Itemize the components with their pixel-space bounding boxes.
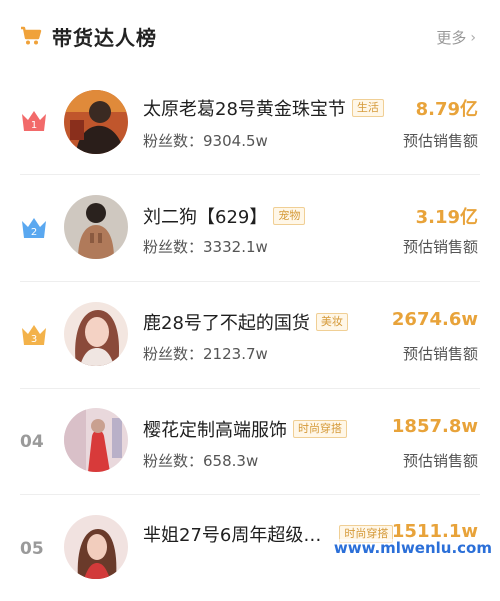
influencer-name: 鹿28号了不起的国货 — [143, 313, 310, 334]
rank-number: 1 — [31, 120, 37, 131]
influencer-name: 芈姐27号6周年超级… — [143, 525, 322, 546]
fans-count: 粉丝数：2123.7w — [143, 345, 268, 363]
avatar[interactable] — [64, 90, 128, 154]
rank-number: 05 — [20, 539, 44, 559]
influencer-name-line: 太原老葛28号黄金珠宝节 生活 — [143, 95, 384, 121]
crown-rank-1-icon: 1 — [22, 111, 46, 131]
estimated-sales-value: 3.19亿 — [415, 207, 478, 228]
estimated-sales-label: 预估销售额 — [402, 238, 478, 256]
influencer-name: 刘二狗【629】 — [143, 207, 268, 228]
leaderboard-header: 带货达人榜 更多 › — [0, 0, 500, 72]
fans-count: 粉丝数：9304.5w — [143, 132, 268, 150]
category-tag: 生活 — [351, 99, 384, 117]
influencer-name-line: 鹿28号了不起的国货 美妆 — [143, 309, 348, 335]
chevron-right-icon: › — [470, 29, 476, 46]
crown-rank-2-icon: 2 — [22, 218, 46, 238]
more-link[interactable]: 更多 › — [436, 27, 476, 48]
avatar[interactable] — [64, 408, 128, 472]
fans-count: 粉丝数：3332.1w — [143, 238, 268, 256]
influencer-name: 樱花定制高端服饰 — [143, 420, 287, 441]
avatar[interactable] — [64, 195, 128, 259]
watermark-text: www.mlwenlu.com — [331, 539, 494, 557]
category-tag: 美妆 — [315, 313, 348, 331]
influencer-name-line: 刘二狗【629】 宠物 — [143, 203, 306, 229]
list-item[interactable]: 3 鹿28号了不起的国货 美妆 粉丝数：2123.7w 2674.6w 预估销售… — [0, 282, 500, 388]
avatar[interactable] — [64, 302, 128, 366]
avatar[interactable] — [64, 515, 128, 579]
estimated-sales-value: 8.79亿 — [415, 99, 478, 120]
rank-number: 2 — [31, 227, 37, 238]
category-tag: 时尚穿搭 — [293, 420, 347, 438]
influencer-name: 太原老葛28号黄金珠宝节 — [143, 99, 346, 120]
estimated-sales-label: 预估销售额 — [402, 452, 478, 470]
page-title: 带货达人榜 — [52, 26, 157, 50]
crown-rank-3-icon: 3 — [22, 325, 46, 345]
category-tag: 宠物 — [273, 207, 306, 225]
estimated-sales-value: 1857.8w — [391, 416, 478, 437]
shopping-cart-icon — [21, 26, 42, 45]
list-item[interactable]: 04 樱花定制高端服饰 时尚穿搭 粉丝数：658.3w 1857.8w 预估销售… — [0, 389, 500, 495]
estimated-sales-label: 预估销售额 — [402, 132, 478, 150]
list-item[interactable]: 1 太原老葛28号黄金珠宝节 生活 粉丝数：9304.5w 8.79亿 预估销售… — [0, 72, 500, 178]
estimated-sales-value: 2674.6w — [391, 309, 478, 330]
more-label: 更多 — [436, 29, 467, 47]
fans-count: 粉丝数：658.3w — [143, 452, 259, 470]
rank-number: 04 — [20, 432, 44, 452]
rank-number: 3 — [31, 334, 37, 345]
list-item[interactable]: 2 刘二狗【629】 宠物 粉丝数：3332.1w 3.19亿 预估销售额 — [0, 175, 500, 281]
influencer-name-line: 樱花定制高端服饰 时尚穿搭 — [143, 416, 347, 442]
estimated-sales-label: 预估销售额 — [402, 345, 478, 363]
